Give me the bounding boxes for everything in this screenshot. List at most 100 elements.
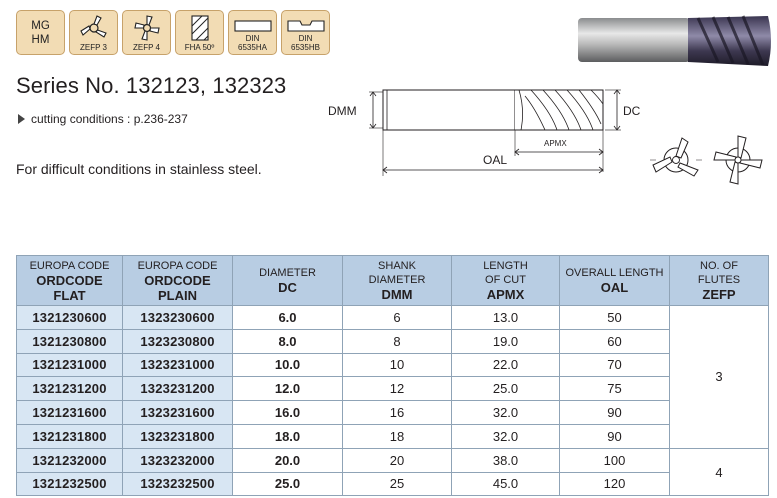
header-ordcode-plain: EUROPA CODE ORDCODE PLAIN: [122, 255, 233, 306]
badge-line: MG: [31, 19, 50, 32]
material-badges: MG HM ZEFP 3 ZEFP 4 FHA 50º DIN 6535HA D…: [16, 10, 330, 55]
cell-plain: 1323232500: [122, 471, 233, 497]
cell-flat: 1321230600: [16, 305, 123, 330]
table-row: 1321231800 1323231800 18.0 18 32.0 90: [16, 423, 769, 449]
badge-zefp4: ZEFP 4: [122, 10, 171, 55]
zefp4-icon: [133, 15, 160, 41]
end-mill-drawing: DMM DC APMX OAL: [328, 89, 641, 176]
cell-plain: 1323231200: [122, 376, 233, 402]
badge-din-6535ha: DIN 6535HA: [228, 10, 277, 55]
badge-din-6535hb: DIN 6535HB: [281, 10, 330, 55]
cell-dc: 25.0: [232, 471, 343, 497]
cell-apmx: 19.0: [451, 328, 560, 354]
cell-flat: 1321231800: [16, 423, 123, 449]
cell-dc: 12.0: [232, 376, 343, 402]
end-mill-photo: [578, 15, 771, 66]
series-title: Series No. 132123, 132323: [16, 73, 287, 98]
cell-dc: 10.0: [232, 352, 343, 378]
cutting-conditions-link[interactable]: cutting conditions : p.236-237: [18, 112, 188, 126]
cell-apmx: 38.0: [451, 447, 560, 473]
badge-zefp3: ZEFP 3: [69, 10, 118, 55]
header-ordcode-flat: EUROPA CODE ORDCODE FLAT: [16, 255, 123, 306]
table-row: 1321231000 1323231000 10.0 10 22.0 70: [16, 352, 769, 378]
table-row: 1321232500 1323232500 25.0 25 45.0 120: [16, 471, 769, 497]
cell-flat: 1321231600: [16, 400, 123, 425]
cell-apmx: 22.0: [451, 352, 560, 378]
cell-plain: 1323230600: [122, 305, 233, 330]
table-row: 1321230800 1323230800 8.0 8 19.0 60: [16, 328, 769, 354]
cell-plain: 1323231800: [122, 423, 233, 449]
cell-oal: 70: [559, 352, 670, 378]
cell-flat: 1321231000: [16, 352, 123, 378]
series-description: For difficult conditions in stainless st…: [16, 161, 262, 177]
din-6535hb-icon: [286, 20, 325, 32]
din-6535ha-icon: [233, 20, 272, 32]
cell-plain: 1323230800: [122, 328, 233, 354]
oal-label: OAL: [483, 153, 507, 167]
badge-mg-hm: MG HM: [16, 10, 65, 55]
cell-plain: 1323232000: [122, 447, 233, 473]
badge-line: HM: [31, 33, 50, 46]
badge-top: DIN: [298, 34, 313, 43]
cell-apmx: 13.0: [451, 305, 560, 330]
cell-dc: 8.0: [232, 328, 343, 354]
cell-flat: 1321232000: [16, 447, 123, 473]
badge-fha: FHA 50º: [175, 10, 224, 55]
cell-apmx: 32.0: [451, 400, 560, 425]
badge-label: ZEFP 4: [133, 43, 160, 52]
cell-plain: 1323231000: [122, 352, 233, 378]
cell-oal: 75: [559, 376, 670, 402]
dmm-label: DMM: [328, 104, 357, 118]
badge-top: DIN: [245, 34, 260, 43]
dc-label: DC: [623, 104, 641, 118]
cell-dc: 20.0: [232, 447, 343, 473]
table-row: 1321231200 1323231200 12.0 12 25.0 75: [16, 376, 769, 402]
cell-flat: 1321232500: [16, 471, 123, 497]
cell-dc: 16.0: [232, 400, 343, 425]
badge-label: ZEFP 3: [80, 43, 107, 52]
flute-cross-sections: [650, 135, 763, 185]
cutting-conditions-text: cutting conditions : p.236-237: [31, 112, 188, 126]
cell-oal: 60: [559, 328, 670, 354]
cell-dmm: 20: [342, 447, 452, 473]
cell-dmm: 10: [342, 352, 452, 378]
cell-dc: 18.0: [232, 423, 343, 449]
cell-oal: 120: [559, 471, 670, 497]
cell-oal: 100: [559, 447, 670, 473]
badge-label: 6535HA: [238, 43, 267, 52]
cell-apmx: 25.0: [451, 376, 560, 402]
header-diameter: DIAMETER DC: [232, 255, 343, 306]
zefp3-icon: [79, 15, 107, 38]
badge-label: FHA 50º: [184, 43, 215, 52]
table-header-row: EUROPA CODE ORDCODE FLAT EUROPA CODE ORDCOD…: [16, 255, 769, 306]
cell-dmm: 16: [342, 400, 452, 425]
cell-oal: 90: [559, 400, 670, 425]
spec-table: EUROPA CODE ORDCODE FLAT EUROPA CODE ORDCOD…: [16, 255, 769, 497]
four-flute-section-icon: [713, 135, 763, 185]
apmx-label: APMX: [544, 139, 567, 148]
cell-flat: 1321230800: [16, 328, 123, 354]
header-flutes: NO. OF FLUTES ZEFP: [669, 255, 769, 306]
header-overall-length: OVERALL LENGTH OAL: [559, 255, 670, 306]
cell-dmm: 8: [342, 328, 452, 354]
cell-dmm: 18: [342, 423, 452, 449]
triangle-bullet-icon: [18, 114, 25, 124]
table-row: 1321231600 1323231600 16.0 16 32.0 90: [16, 400, 769, 425]
cell-dc: 6.0: [232, 305, 343, 330]
cell-flutes: 4: [669, 447, 769, 497]
table-row: 1321232000 1323232000 20.0 20 38.0 100 4: [16, 447, 769, 497]
cell-apmx: 45.0: [451, 471, 560, 497]
header-shank-diameter: SHANK DIAMETER DMM: [342, 255, 452, 306]
cell-oal: 90: [559, 423, 670, 449]
cell-oal: 50: [559, 305, 670, 330]
cell-dmm: 25: [342, 471, 452, 497]
header-length-of-cut: LENGTH OF CUT APMX: [451, 255, 560, 306]
cell-plain: 1323231600: [122, 400, 233, 425]
cell-flat: 1321231200: [16, 376, 123, 402]
three-flute-section-icon: [650, 137, 702, 177]
badge-label: 6535HB: [291, 43, 320, 52]
cell-flutes: 3: [669, 305, 769, 449]
cell-apmx: 32.0: [451, 423, 560, 449]
cell-dmm: 6: [342, 305, 452, 330]
cell-dmm: 12: [342, 376, 452, 402]
